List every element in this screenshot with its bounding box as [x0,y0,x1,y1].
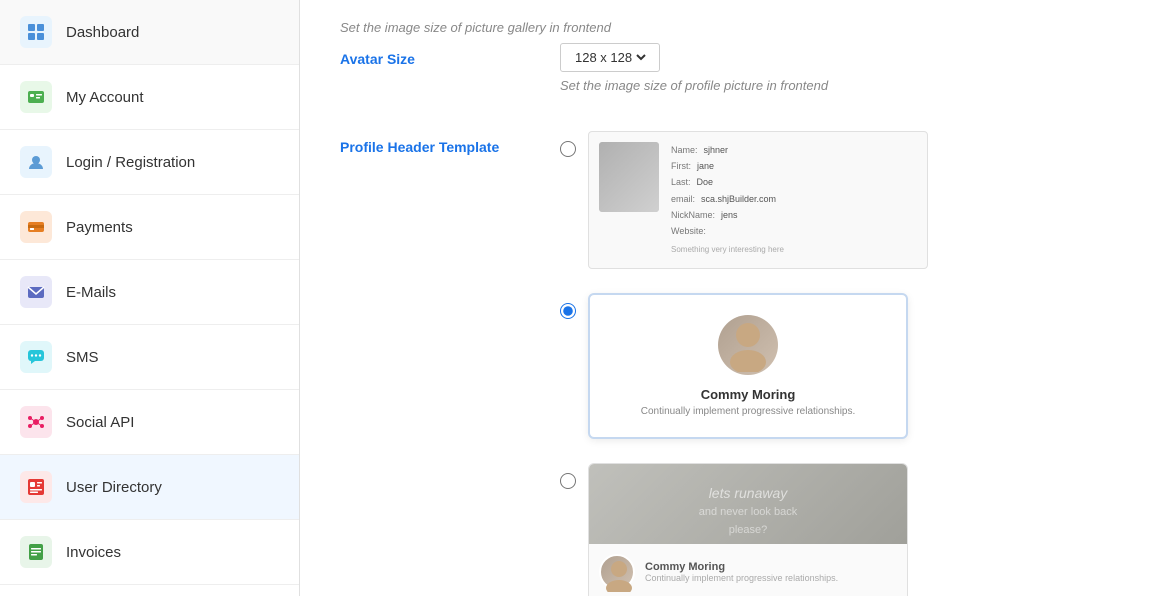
template-3-bio: Continually implement progressive relati… [645,573,838,583]
template-2-bio: Continually implement progressive relati… [610,406,886,417]
sidebar-item-myaccount-label: My Account [66,89,144,106]
avatar-size-select[interactable]: 128 x 128 64 x 64 256 x 256 [571,49,649,66]
banner-line1: lets runaway [699,482,797,504]
template-2-preview: Commy Moring Continually implement progr… [588,293,908,439]
avatar-size-row: Avatar Size 128 x 128 64 x 64 256 x 256 … [340,43,1134,101]
template-2-name: Commy Moring [610,387,886,402]
userdirectory-icon [20,471,52,503]
template-2-radio[interactable] [560,303,576,319]
template-3-banner: lets runaway and never look back please? [589,464,907,544]
sidebar-item-userdirectory-label: User Directory [66,479,162,496]
sidebar-item-emails[interactable]: E-Mails [0,260,299,325]
template-3-avatar [599,554,635,590]
sidebar-item-sms-label: SMS [66,349,99,366]
sidebar-item-login-label: Login / Registration [66,154,195,171]
login-icon [20,146,52,178]
sidebar-item-userdirectory[interactable]: User Directory [0,455,299,520]
dashboard-icon [20,16,52,48]
template-2-avatar [718,315,778,375]
sidebar-item-dashboard-label: Dashboard [66,24,139,41]
sidebar-item-dashboard[interactable]: Dashboard [0,0,299,65]
template-1-radio[interactable] [560,141,576,157]
avatar-size-hint: Set the image size of profile picture in… [560,78,1134,93]
template-3-info: Commy Moring Continually implement progr… [645,561,838,583]
payments-icon [20,211,52,243]
sidebar-item-login[interactable]: Login / Registration [0,130,299,195]
profile-header-template-row: Profile Header Template Name:sjhner Firs… [340,131,1134,596]
sidebar-item-socialapi-label: Social API [66,414,134,431]
template-option-1: Name:sjhner First:jane Last:Doe email:sc… [560,131,1134,269]
template-3-preview: lets runaway and never look back please? [588,463,908,596]
sidebar: Dashboard My Account Login / Registratio… [0,0,300,596]
avatar-size-label: Avatar Size [340,43,560,67]
sidebar-item-socialapi[interactable]: Social API [0,390,299,455]
template-3-radio[interactable] [560,473,576,489]
template-option-2: Commy Moring Continually implement progr… [560,293,1134,439]
sidebar-item-sms[interactable]: SMS [0,325,299,390]
myaccount-icon [20,81,52,113]
avatar-size-content: 128 x 128 64 x 64 256 x 256 Set the imag… [560,43,1134,101]
invoices-icon [20,536,52,568]
gallery-size-hint: Set the image size of picture gallery in… [340,20,1134,35]
profile-header-label: Profile Header Template [340,131,560,155]
avatar-size-select-wrapper[interactable]: 128 x 128 64 x 64 256 x 256 [560,43,660,72]
socialapi-icon [20,406,52,438]
sidebar-item-invoices-label: Invoices [66,544,121,561]
template-1-avatar [599,142,659,212]
sidebar-item-invoices[interactable]: Invoices [0,520,299,585]
template-option-3: lets runaway and never look back please? [560,463,1134,596]
banner-line2: and never look back [699,504,797,522]
sidebar-item-payments[interactable]: Payments [0,195,299,260]
sidebar-item-payments-label: Payments [66,219,133,236]
sidebar-item-myaccount[interactable]: My Account [0,65,299,130]
main-content: Set the image size of picture gallery in… [300,0,1174,596]
sms-icon [20,341,52,373]
emails-icon [20,276,52,308]
sidebar-item-emails-label: E-Mails [66,284,116,301]
template-3-bottom: Commy Moring Continually implement progr… [589,544,907,596]
template-1-fields: Name:sjhner First:jane Last:Doe email:sc… [671,142,784,258]
banner-line3: please? [699,522,797,540]
template-1-preview: Name:sjhner First:jane Last:Doe email:sc… [588,131,928,269]
profile-header-content: Name:sjhner First:jane Last:Doe email:sc… [560,131,1134,596]
template-3-name: Commy Moring [645,561,838,573]
